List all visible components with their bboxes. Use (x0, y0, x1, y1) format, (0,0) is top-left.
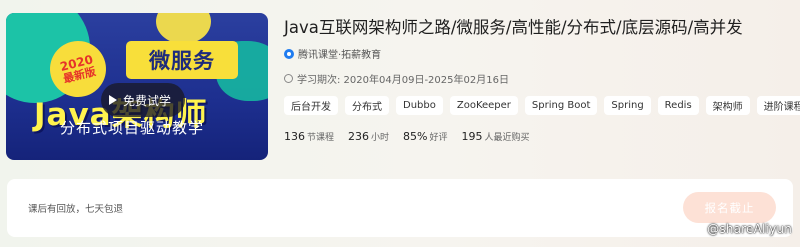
stat-unit: 节课程 (307, 133, 335, 143)
stat-unit: 小时 (371, 133, 390, 143)
cover-subline: 分布式项目驱动教学 (60, 119, 205, 137)
organization-icon (284, 48, 294, 59)
stat-unit: 人最近购买 (484, 133, 530, 143)
stat-value: 136 (284, 130, 305, 143)
tag-item[interactable]: 后台开发 (284, 96, 338, 115)
stat-rating: 85% 好评 (403, 125, 447, 144)
refund-note: 课后有回放，七天包退 (28, 204, 124, 215)
free-trial-button[interactable]: 免费试学 (101, 83, 186, 117)
tag-item[interactable]: Spring (604, 96, 651, 115)
purchase-card: 课后有回放，七天包退 报名截止 (7, 179, 793, 237)
course-title: Java互联网架构师之路/微服务/高性能/分布式/底层源码/高并发 (284, 18, 743, 37)
stat-buyers: 195 人最近购买 (462, 125, 530, 144)
course-tags: 后台开发 分布式 Dubbo ZooKeeper Spring Boot Spr… (284, 96, 800, 115)
course-cover[interactable]: 2020 最新版 微服务 Java架构师 分布式项目驱动教学 免费试学 (6, 13, 268, 160)
tag-item[interactable]: Redis (657, 96, 699, 115)
free-trial-label: 免费试学 (123, 93, 172, 108)
tag-item[interactable]: 架构师 (705, 96, 750, 115)
stat-unit: 好评 (429, 133, 448, 143)
organization-link[interactable]: 腾讯课堂·拓薪教育 (284, 46, 381, 61)
play-icon (109, 95, 117, 105)
tag-item[interactable]: 分布式 (345, 96, 389, 115)
clock-icon (284, 74, 293, 83)
course-stats: 136 节课程 236 小时 85% 好评 195 人最近购买 (284, 125, 530, 144)
stat-value: 195 (461, 130, 483, 143)
cover-decor-blob (156, 13, 211, 44)
cover-tag: 微服务 (126, 41, 238, 79)
stat-hours: 236 小时 (348, 125, 389, 144)
stat-value: 236 (348, 130, 370, 143)
tag-item[interactable]: 进阶课程 (756, 96, 800, 115)
enroll-closed-button[interactable]: 报名截止 (683, 192, 776, 223)
tag-item[interactable]: Spring Boot (524, 96, 598, 115)
study-period-text: 学习期次: 2020年04月09日-2025年02月16日 (297, 75, 509, 86)
study-period: 学习期次: 2020年04月09日-2025年02月16日 (284, 71, 509, 86)
tag-item[interactable]: ZooKeeper (449, 96, 518, 115)
stat-value: 85% (403, 130, 428, 143)
organization-name: 腾讯课堂·拓薪教育 (298, 50, 382, 61)
watermark: @shareAliyun (707, 222, 792, 236)
stat-lessons: 136 节课程 (284, 125, 334, 144)
tag-item[interactable]: Dubbo (396, 96, 443, 115)
